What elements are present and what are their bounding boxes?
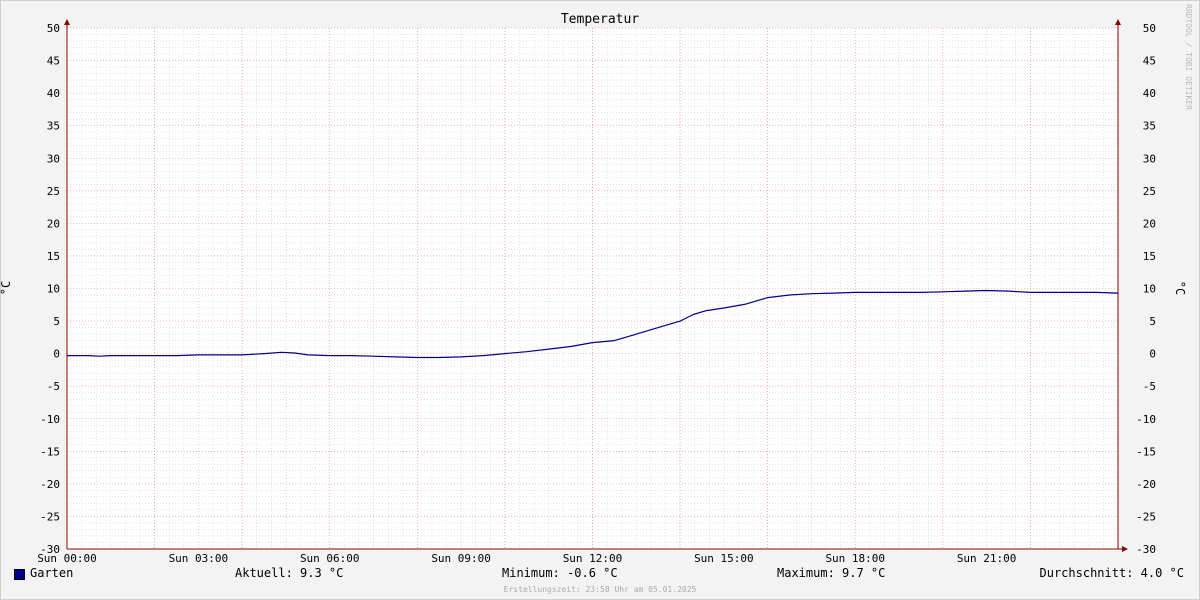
- y-tick-label-right: 30: [1143, 152, 1156, 165]
- y-tick-label-left: 50: [47, 22, 60, 35]
- y-tick-label-left: -10: [40, 413, 60, 426]
- y-tick-label-right: 15: [1143, 250, 1156, 263]
- y-tick-label-left: 5: [53, 315, 60, 328]
- y-tick-label-right: 25: [1143, 185, 1156, 198]
- y-tick-label-left: 30: [47, 152, 60, 165]
- y-tick-label-left: 20: [47, 217, 60, 230]
- y-tick-label-left: -5: [47, 380, 60, 393]
- y-tick-label-right: -15: [1136, 445, 1156, 458]
- legend-swatch-garten: [14, 569, 25, 580]
- y-tick-label-right: -10: [1136, 413, 1156, 426]
- y-tick-label-left: 0: [53, 348, 60, 361]
- rrdtool-watermark: RRDTOOL / TOBI OETIKER: [1184, 4, 1193, 110]
- x-axis-arrow: [1122, 546, 1128, 552]
- y-tick-label-left: 25: [47, 185, 60, 198]
- y-tick-label-right: 10: [1143, 283, 1156, 296]
- y-tick-label-left: -25: [40, 510, 60, 523]
- y-axis-left-arrow: [64, 19, 70, 25]
- legend-average: Durchschnitt: 4.0 °C: [1039, 566, 1185, 580]
- x-tick-label: Sun 15:00: [694, 552, 754, 565]
- legend-series-name: Garten: [30, 566, 74, 580]
- x-tick-label: Sun 21:00: [957, 552, 1017, 565]
- chart-title: Temperatur: [561, 12, 639, 27]
- y-tick-label-left: 35: [47, 120, 60, 133]
- x-tick-label: Sun 03:00: [169, 552, 229, 565]
- y-tick-label-left: 10: [47, 283, 60, 296]
- x-tick-label: Sun 18:00: [825, 552, 885, 565]
- footer-timestamp: Erstellungszeit: 23:58 Uhr am 05.01.2025: [503, 585, 697, 594]
- y-axis-label-left: °C: [0, 281, 13, 295]
- y-tick-label-right: 5: [1149, 315, 1156, 328]
- y-tick-label-right: -5: [1143, 380, 1156, 393]
- y-tick-label-right: -20: [1136, 478, 1156, 491]
- legend-minimum: Minimum: -0.6 °C: [502, 566, 618, 580]
- y-tick-label-right: 35: [1143, 120, 1156, 133]
- legend-maximum: Maximum: 9.7 °C: [777, 566, 886, 580]
- y-tick-label-right: 40: [1143, 87, 1156, 100]
- y-tick-label-left: 45: [47, 55, 60, 68]
- y-tick-label-left: 40: [47, 87, 60, 100]
- x-tick-label: Sun 09:00: [431, 552, 491, 565]
- y-tick-label-right: -30: [1136, 543, 1156, 556]
- temperature-chart: 50 5045 4540 4035 3530 3025 2520 2015 1510 105 50 0…: [0, 12, 1187, 565]
- x-tick-label: Sun 00:00: [37, 552, 97, 565]
- y-tick-label-right: 50: [1143, 22, 1156, 35]
- y-tick-label-left: 15: [47, 250, 60, 263]
- y-axis-label-right: °C: [1173, 281, 1187, 295]
- y-tick-label-right: 45: [1143, 55, 1156, 68]
- legend: Garten Aktuell: 9.3 °C Minimum: -0.6 °C …: [0, 566, 1200, 586]
- legend-current: Aktuell: 9.3 °C: [235, 566, 344, 580]
- y-tick-label-right: -25: [1136, 510, 1156, 523]
- y-axis-right-arrow: [1115, 19, 1121, 25]
- x-tick-label: Sun 12:00: [563, 552, 623, 565]
- y-tick-label-left: -15: [40, 445, 60, 458]
- y-tick-label-right: 20: [1143, 217, 1156, 230]
- y-tick-label-right: 0: [1149, 348, 1156, 361]
- y-tick-label-left: -20: [40, 478, 60, 491]
- x-tick-label: Sun 06:00: [300, 552, 360, 565]
